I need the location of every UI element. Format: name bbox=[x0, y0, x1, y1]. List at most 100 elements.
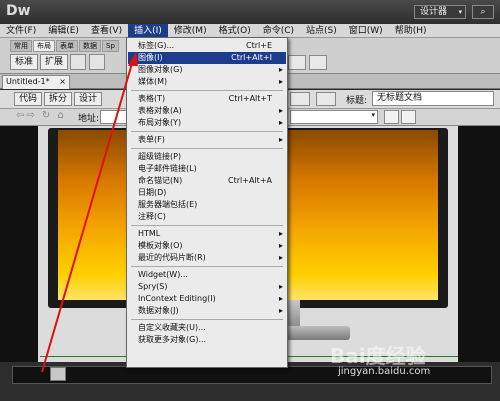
tag-selector-icon[interactable] bbox=[50, 367, 66, 381]
menu-item-label: 日期(D) bbox=[138, 188, 167, 197]
code-view-button[interactable]: 代码 bbox=[14, 92, 43, 106]
menu-2[interactable]: 查看(V) bbox=[85, 24, 128, 38]
live-view-icon[interactable] bbox=[290, 92, 310, 106]
insert-menu-item-19[interactable]: 模板对象(O) ▸ bbox=[128, 240, 286, 252]
workspace-label: 设计器 bbox=[420, 7, 448, 17]
insert-tab-4[interactable]: Sp bbox=[102, 40, 119, 52]
insert-menu-item-18[interactable]: HTML ▸ bbox=[128, 228, 286, 240]
menu-6[interactable]: 命令(C) bbox=[257, 24, 300, 38]
insert-menu-item-9[interactable]: 表单(F) ▸ bbox=[128, 134, 286, 146]
menu-item-label: 电子邮件链接(L) bbox=[138, 164, 197, 173]
address-dropdown[interactable]: ▾ bbox=[290, 110, 378, 124]
menu-1[interactable]: 编辑(E) bbox=[42, 24, 85, 38]
submenu-arrow-icon: ▸ bbox=[278, 135, 283, 144]
menu-item-label: 标签(G)... bbox=[138, 41, 175, 50]
expanded-mode-button[interactable]: 扩展 bbox=[40, 54, 69, 70]
menu-item-shortcut: Ctrl+Alt+A bbox=[228, 176, 272, 185]
menu-separator bbox=[131, 225, 283, 226]
submenu-arrow-icon: ▸ bbox=[278, 294, 283, 303]
menu-item-label: 媒体(M) bbox=[138, 77, 168, 86]
menu-item-label: 表格对象(A) bbox=[138, 106, 182, 115]
insert-menu-item-0[interactable]: 标签(G)... Ctrl+E bbox=[128, 40, 286, 52]
menu-5[interactable]: 格式(O) bbox=[213, 24, 257, 38]
watermark-brand: Bai度经验 bbox=[330, 344, 426, 368]
address-label: 地址: bbox=[78, 114, 100, 124]
menu-separator bbox=[131, 148, 283, 149]
submenu-arrow-icon: ▸ bbox=[278, 229, 283, 238]
insert-tab-2[interactable]: 表单 bbox=[56, 40, 78, 52]
insert-tab-0[interactable]: 常用 bbox=[10, 40, 32, 52]
menu-item-shortcut: Ctrl+Alt+I bbox=[231, 53, 272, 62]
insert-menu-item-25[interactable]: 数据对象(J) ▸ bbox=[128, 305, 286, 317]
menu-item-label: 表格(T) bbox=[138, 94, 166, 103]
insert-panel-buttons: 标准 扩展 bbox=[10, 54, 108, 70]
submenu-arrow-icon: ▸ bbox=[278, 65, 283, 74]
menu-9[interactable]: 帮助(H) bbox=[389, 24, 433, 38]
menu-0[interactable]: 文件(F) bbox=[0, 24, 42, 38]
submenu-arrow-icon: ▸ bbox=[278, 106, 283, 115]
insert-tab-1[interactable]: 布局 bbox=[33, 40, 55, 52]
refresh-icon[interactable] bbox=[401, 110, 416, 124]
insert-menu-item-22[interactable]: Widget(W)... bbox=[128, 269, 286, 281]
insert-tab-3[interactable]: 数据 bbox=[79, 40, 101, 52]
insert-menu-item-14[interactable]: 日期(D) bbox=[128, 187, 286, 199]
menu-item-label: 最近的代码片断(R) bbox=[138, 253, 206, 262]
menu-item-label: 命名锚记(N) bbox=[138, 176, 183, 185]
page-title-input[interactable]: 无标题文档 bbox=[372, 91, 494, 106]
menu-item-label: 获取更多对象(G)... bbox=[138, 335, 207, 344]
insert-menu-item-2[interactable]: 图像对象(G) ▸ bbox=[128, 64, 286, 76]
insert-menu-item-7[interactable]: 布局对象(Y) ▸ bbox=[128, 117, 286, 129]
menu-7[interactable]: 站点(S) bbox=[300, 24, 343, 38]
navigation-arrows-icon[interactable]: ⇦⇨ ↻ ⌂ bbox=[16, 110, 66, 121]
menu-bar: 文件(F) 编辑(E) 查看(V) 插入(I) 修改(M) 格式(O) 命令(C) 站点(S)… bbox=[0, 24, 500, 38]
submenu-arrow-icon: ▸ bbox=[278, 253, 283, 262]
close-icon[interactable]: × bbox=[59, 76, 66, 88]
table-icon[interactable] bbox=[70, 54, 87, 70]
menu-4[interactable]: 修改(M) bbox=[168, 24, 213, 38]
menu-8[interactable]: 窗口(W) bbox=[343, 24, 389, 38]
search-icon[interactable]: ⌕ bbox=[472, 5, 494, 19]
insert-menu-item-20[interactable]: 最近的代码片断(R) ▸ bbox=[128, 252, 286, 264]
document-tab-label: Untitled-1* bbox=[6, 77, 50, 86]
insert-menu-item-5[interactable]: 表格(T) Ctrl+Alt+T bbox=[128, 93, 286, 105]
div-icon[interactable] bbox=[89, 54, 106, 70]
menu-item-label: HTML bbox=[138, 229, 161, 238]
frame-icon[interactable] bbox=[288, 55, 306, 70]
insert-menu-item-3[interactable]: 媒体(M) ▸ bbox=[128, 76, 286, 88]
submenu-arrow-icon: ▸ bbox=[278, 77, 283, 86]
menu-item-label: 自定义收藏夹(U)... bbox=[138, 323, 206, 332]
chevron-down-icon: ▾ bbox=[458, 8, 462, 16]
frameset-icon[interactable] bbox=[309, 55, 327, 70]
insert-menu-item-16[interactable]: 注释(C) bbox=[128, 211, 286, 223]
insert-menu-item-15[interactable]: 服务器端包括(E) bbox=[128, 199, 286, 211]
insert-menu-item-1[interactable]: 图像(I) Ctrl+Alt+I bbox=[128, 52, 286, 64]
insert-menu: 标签(G)... Ctrl+E 图像(I) Ctrl+Alt+I 图像对象(G) ▸ 媒体(… bbox=[126, 37, 288, 368]
workspace-switcher[interactable]: 设计器 ▾ bbox=[414, 5, 466, 19]
menu-item-label: 模板对象(O) bbox=[138, 241, 183, 250]
insert-menu-item-23[interactable]: Spry(S) ▸ bbox=[128, 281, 286, 293]
menu-separator bbox=[131, 90, 283, 91]
insert-menu-item-28[interactable]: 获取更多对象(G)... bbox=[128, 334, 286, 346]
design-view-button[interactable]: 设计 bbox=[74, 92, 103, 106]
insert-menu-item-13[interactable]: 命名锚记(N) Ctrl+Alt+A bbox=[128, 175, 286, 187]
menu-item-label: 布局对象(Y) bbox=[138, 118, 182, 127]
standard-mode-button[interactable]: 标准 bbox=[10, 54, 39, 70]
submenu-arrow-icon: ▸ bbox=[278, 282, 283, 291]
insert-menu-item-12[interactable]: 电子邮件链接(L) bbox=[128, 163, 286, 175]
insert-right-icons bbox=[288, 55, 330, 70]
insert-menu-item-27[interactable]: 自定义收藏夹(U)... bbox=[128, 322, 286, 334]
insert-panel-tabs: 常用 布局 表单 数据 Sp bbox=[10, 40, 120, 52]
menu-3[interactable]: 插入(I) bbox=[128, 24, 168, 38]
insert-menu-item-6[interactable]: 表格对象(A) ▸ bbox=[128, 105, 286, 117]
menu-item-label: 数据对象(J) bbox=[138, 306, 179, 315]
insert-menu-item-11[interactable]: 超级链接(P) bbox=[128, 151, 286, 163]
chevron-down-icon: ▾ bbox=[371, 111, 375, 119]
insert-menu-item-24[interactable]: InContext Editing(I) ▸ bbox=[128, 293, 286, 305]
menu-item-shortcut: Ctrl+Alt+T bbox=[228, 94, 272, 103]
browse-icon[interactable] bbox=[384, 110, 399, 124]
inspect-icon[interactable] bbox=[316, 92, 336, 106]
document-tab[interactable]: Untitled-1* × bbox=[2, 75, 70, 89]
menu-item-label: 表单(F) bbox=[138, 135, 165, 144]
submenu-arrow-icon: ▸ bbox=[278, 306, 283, 315]
split-view-button[interactable]: 拆分 bbox=[44, 92, 73, 106]
